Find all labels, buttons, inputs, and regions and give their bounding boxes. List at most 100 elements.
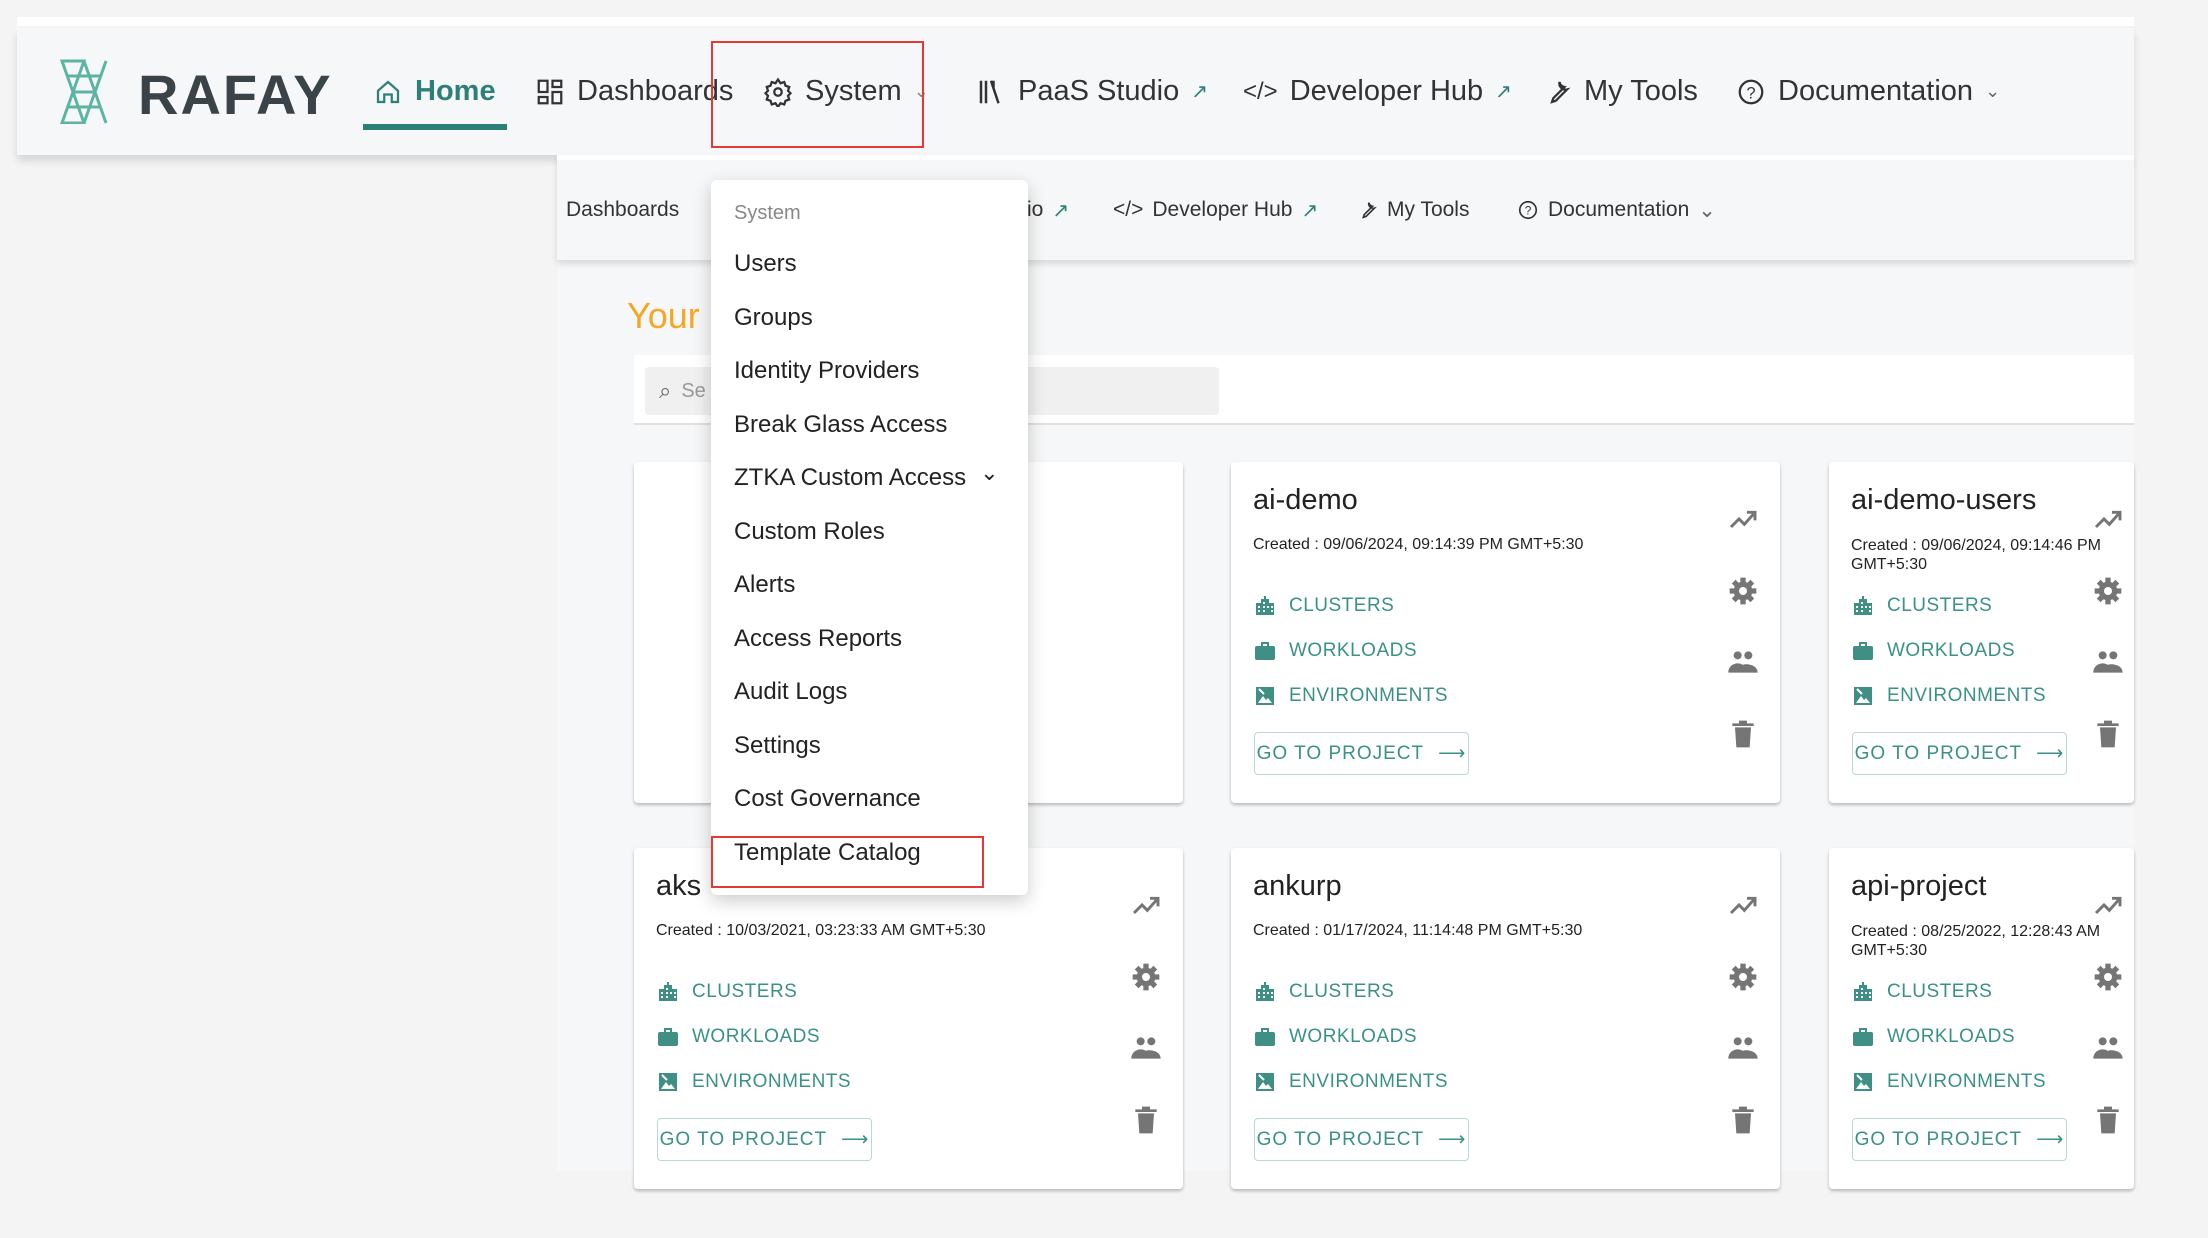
project-card: ai-demo-users Created : 09/06/2024, 09:1… bbox=[1829, 462, 2134, 803]
menu-item-alerts[interactable]: Alerts bbox=[734, 571, 795, 599]
project-created-date: Created : 01/17/2024, 11:14:48 PM GMT+5:… bbox=[1253, 922, 1583, 939]
project-created-date: Created : 08/25/2022, 12:28:43 AM GMT+5:… bbox=[1851, 923, 2101, 959]
environments-link[interactable]: ENVIRONMENTS bbox=[656, 1070, 851, 1094]
go-to-project-button[interactable]: GO TO PROJECT ⟶ bbox=[1254, 1118, 1469, 1161]
nav-documentation[interactable]: ? Documentation ⌄ bbox=[1736, 28, 2000, 155]
workloads-link[interactable]: WORKLOADS bbox=[1253, 639, 1417, 663]
nav-my-tools[interactable]: My Tools bbox=[1542, 28, 1698, 155]
users-icon[interactable] bbox=[1130, 1032, 1162, 1064]
go-to-project-label: GO TO PROJECT bbox=[1854, 742, 2023, 764]
go-to-project-button[interactable]: GO TO PROJECT ⟶ bbox=[657, 1118, 872, 1161]
clusters-link[interactable]: CLUSTERS bbox=[1253, 594, 1394, 618]
trending-up-icon[interactable] bbox=[1727, 503, 1759, 535]
subnav-documentation[interactable]: ? Documentation ⌄ bbox=[1517, 160, 1716, 260]
subnav-dashboards[interactable]: Dashboards bbox=[566, 160, 679, 260]
menu-item-custom-roles[interactable]: Custom Roles bbox=[734, 518, 885, 546]
settings-icon[interactable] bbox=[1130, 961, 1162, 993]
clusters-link[interactable]: CLUSTERS bbox=[1851, 980, 1992, 1004]
users-icon[interactable] bbox=[1727, 1032, 1759, 1064]
trending-up-icon[interactable] bbox=[1727, 889, 1759, 921]
nav-documentation-label: Documentation bbox=[1778, 75, 1974, 107]
menu-item-label: Audit Logs bbox=[734, 678, 848, 705]
environments-label: ENVIRONMENTS bbox=[1887, 1071, 2047, 1092]
subnav-paas-studio-label: io bbox=[1027, 198, 1044, 221]
environments-link[interactable]: ENVIRONMENTS bbox=[1851, 1070, 2046, 1094]
settings-icon[interactable] bbox=[1727, 961, 1759, 993]
project-created-date: Created : 09/06/2024, 09:14:46 PM GMT+5:… bbox=[1851, 537, 2101, 573]
subnav-my-tools[interactable]: My Tools bbox=[1356, 160, 1469, 260]
project-name: ai-demo-users bbox=[1851, 484, 2037, 516]
menu-item-break-glass-access[interactable]: Break Glass Access bbox=[734, 411, 947, 439]
wrench-icon bbox=[1550, 81, 1571, 104]
trash-icon[interactable] bbox=[2092, 718, 2124, 750]
library-icon bbox=[979, 79, 1000, 104]
clusters-link[interactable]: CLUSTERS bbox=[1253, 980, 1394, 1004]
clusters-label: CLUSTERS bbox=[1289, 981, 1395, 1002]
go-to-project-button[interactable]: GO TO PROJECT ⟶ bbox=[1852, 732, 2067, 775]
trash-icon[interactable] bbox=[1727, 1104, 1759, 1136]
menu-item-settings[interactable]: Settings bbox=[734, 732, 821, 760]
workloads-link[interactable]: WORKLOADS bbox=[1851, 1025, 2015, 1049]
environments-link[interactable]: ENVIRONMENTS bbox=[1253, 1070, 1448, 1094]
users-icon[interactable] bbox=[2092, 1032, 2124, 1064]
users-icon[interactable] bbox=[1727, 646, 1759, 678]
dashboard-icon bbox=[537, 79, 563, 104]
building-icon bbox=[1256, 596, 1274, 615]
menu-item-label: Alerts bbox=[734, 571, 796, 598]
menu-item-ztka-custom-access[interactable]: ZTKA Custom Access ⌄ bbox=[734, 460, 999, 492]
menu-item-access-reports[interactable]: Access Reports bbox=[734, 625, 902, 653]
nav-my-tools-label: My Tools bbox=[1584, 75, 1698, 107]
workloads-link[interactable]: WORKLOADS bbox=[656, 1025, 820, 1049]
arrow-right-icon: ⟶ bbox=[1438, 743, 1467, 764]
nav-home[interactable]: Home bbox=[373, 28, 496, 155]
settings-icon[interactable] bbox=[2092, 961, 2124, 993]
menu-item-label: Access Reports bbox=[734, 624, 903, 652]
subnav-developer-hub[interactable]: </> Developer Hub ↗ bbox=[1113, 160, 1318, 260]
go-to-project-button[interactable]: GO TO PROJECT ⟶ bbox=[1254, 732, 1469, 775]
project-card: ankurp Created : 01/17/2024, 11:14:48 PM… bbox=[1231, 848, 1780, 1189]
search-placeholder: Se bbox=[681, 379, 706, 402]
settings-icon[interactable] bbox=[2092, 575, 2124, 607]
system-dropdown-menu: System Users Groups Identity Providers Brea… bbox=[711, 180, 1028, 895]
trash-icon[interactable] bbox=[1727, 718, 1759, 750]
search-icon: ⌕ bbox=[659, 378, 672, 403]
menu-item-groups[interactable]: Groups bbox=[734, 304, 813, 332]
trending-up-icon[interactable] bbox=[2092, 889, 2124, 921]
menu-item-audit-logs[interactable]: Audit Logs bbox=[734, 678, 847, 706]
project-name: ai-demo bbox=[1253, 484, 1358, 516]
go-to-project-button[interactable]: GO TO PROJECT ⟶ bbox=[1852, 1118, 2067, 1161]
building-icon bbox=[1854, 596, 1872, 615]
clusters-link[interactable]: CLUSTERS bbox=[656, 980, 797, 1004]
environments-label: ENVIRONMENTS bbox=[1289, 1071, 1449, 1092]
building-icon bbox=[1256, 982, 1274, 1001]
trending-up-icon[interactable] bbox=[1130, 889, 1162, 921]
trending-up-icon[interactable] bbox=[2092, 503, 2124, 535]
arrow-right-icon: ⟶ bbox=[2036, 1129, 2065, 1150]
menu-item-identity-providers[interactable]: Identity Providers bbox=[734, 357, 919, 385]
nav-dashboards-label: Dashboards bbox=[577, 75, 734, 107]
project-name: aks bbox=[656, 870, 702, 902]
menu-item-cost-governance[interactable]: Cost Governance bbox=[734, 785, 921, 813]
workloads-link[interactable]: WORKLOADS bbox=[1851, 639, 2015, 663]
workloads-label: WORKLOADS bbox=[1289, 640, 1418, 661]
environments-link[interactable]: ENVIRONMENTS bbox=[1253, 684, 1448, 708]
external-link-icon: ↗ bbox=[1301, 199, 1319, 222]
nav-developer-hub[interactable]: </> Developer Hub ↗ bbox=[1243, 28, 1512, 155]
trash-icon[interactable] bbox=[2092, 1104, 2124, 1136]
settings-icon[interactable] bbox=[1727, 575, 1759, 607]
nav-paas-studio[interactable]: PaaS Studio ↗ bbox=[976, 28, 1208, 155]
subnav-paas-studio[interactable]: io ↗ bbox=[1027, 160, 1069, 260]
environments-link[interactable]: ENVIRONMENTS bbox=[1851, 684, 2046, 708]
nav-dashboards[interactable]: Dashboards bbox=[535, 28, 733, 155]
project-card: aks Created : 10/03/2021, 03:23:33 AM GM… bbox=[634, 848, 1183, 1189]
users-icon[interactable] bbox=[2092, 646, 2124, 678]
clusters-link[interactable]: CLUSTERS bbox=[1851, 594, 1992, 618]
clusters-label: CLUSTERS bbox=[692, 981, 798, 1002]
trash-icon[interactable] bbox=[1130, 1104, 1162, 1136]
go-to-project-label: GO TO PROJECT bbox=[1854, 1128, 2023, 1150]
workloads-link[interactable]: WORKLOADS bbox=[1253, 1025, 1417, 1049]
subnav-developer-hub-label: Developer Hub bbox=[1152, 198, 1293, 221]
code-icon: </> bbox=[1113, 198, 1144, 221]
menu-item-users[interactable]: Users bbox=[734, 250, 797, 278]
project-name: ankurp bbox=[1253, 870, 1342, 902]
